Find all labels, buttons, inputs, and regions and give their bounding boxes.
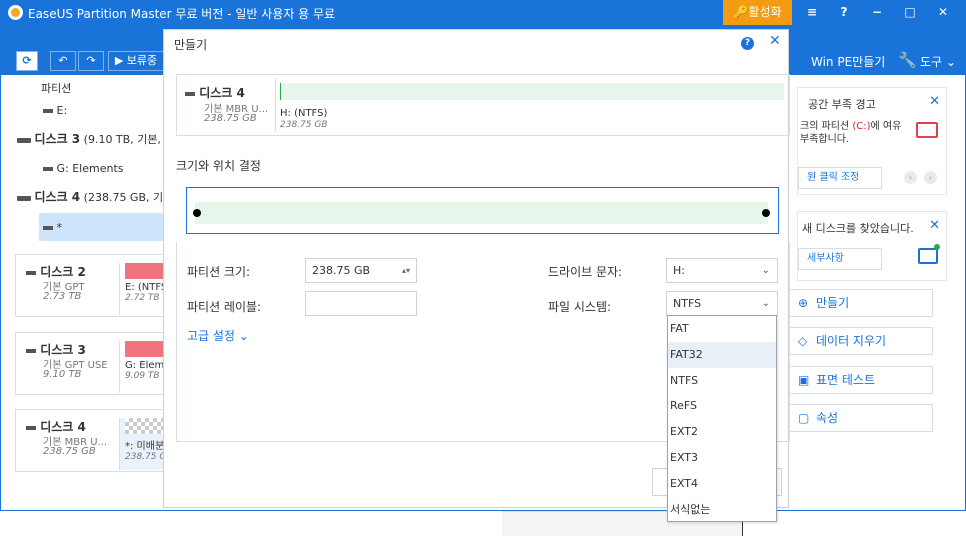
disk-icon [26,270,36,275]
left-resize-handle[interactable] [193,209,201,217]
disk-card-2[interactable]: 디스크 2 기본 GPT 2.73 TB E: (NTFS) 2.72 TB [15,254,171,317]
close-icon[interactable]: ✕ [929,94,940,109]
winpe-button[interactable]: Win PE만들기 [811,53,885,70]
wipe-data-action-button[interactable]: ◇ 데이터 지우기 [789,327,933,355]
volume-icon [43,167,53,171]
minimize-icon[interactable]: − [862,0,892,25]
create-action-button[interactable]: ⊕ 만들기 [789,289,933,317]
partition-size-label: 파티션 크기: [187,265,251,279]
new-disk-icon [918,248,938,264]
partition-g[interactable]: G: Elemen 9.09 TB [119,341,177,393]
status-area [0,510,966,536]
menu-icon[interactable]: ≡ [797,0,827,25]
partition-range-bar [195,202,768,224]
tree-item-disk4[interactable]: 디스크 4 (238.75 GB, 기 [17,188,180,210]
filesystem-label: 파일 시스템: [548,300,612,314]
app-logo-icon [8,5,23,20]
prev-icon[interactable]: ‹ [904,171,917,184]
new-disk-dot-icon [934,244,940,250]
advanced-settings-link[interactable]: 고급 설정 ⌄ [187,327,249,344]
fs-option-fat[interactable]: FAT [668,316,776,342]
volume-icon [43,226,53,230]
title-bar: EaseUS Partition Master 무료 버전 - 일반 사용자 용… [0,0,966,25]
source-disk-card: 디스크 4 기본 MBR U... 238.75 GB H: (NTFS) 23… [176,74,790,136]
disk-tree-panel: 파티션 E: 디스크 3 (9.10 TB, 기본, G: Elements 디… [0,75,177,511]
next-icon[interactable]: › [924,171,937,184]
fs-option-ext3[interactable]: EXT3 [668,445,776,471]
maximize-icon[interactable]: □ [895,0,925,25]
partition-e[interactable]: E: (NTFS) 2.72 TB [119,263,171,315]
one-click-adjust-button[interactable]: 원 클릭 조정 [798,167,882,189]
spinner-icon[interactable]: ▴▾ [402,259,410,282]
chevron-down-icon: ⌄ [761,265,770,276]
help-icon[interactable]: ? [741,37,754,50]
low-space-notification: 공간 부족 경고 ✕ 크의 파티션 (C:)에 여유 부족합니다. 원 클릭 조… [797,87,947,195]
right-resize-handle[interactable] [762,209,770,217]
properties-icon: ▢ [798,411,810,425]
fs-option-fat32[interactable]: FAT32 [668,341,776,368]
close-icon[interactable]: ✕ [769,33,781,49]
partition-label-label: 파티션 레이블: [187,300,262,314]
disk-card-4[interactable]: 디스크 4 기본 MBR U... 238.75 GB *: 미배분 238.7… [15,409,173,472]
partition-unallocated[interactable]: *: 미배분 238.75 GB [119,418,173,470]
filesystem-select[interactable]: NTFS ⌄ [666,291,778,316]
tools-menu[interactable]: 도구 ⌄ [920,53,956,70]
fs-option-unformatted[interactable]: 서식없는 [668,497,776,523]
help-icon[interactable]: ? [829,0,859,25]
activate-button[interactable]: 🔑활성화 [723,0,792,25]
volume-icon [43,109,53,113]
fs-option-ext4[interactable]: EXT4 [668,471,776,497]
surface-test-icon: ▣ [798,373,810,387]
tree-item-disk3[interactable]: 디스크 3 (9.10 TB, 기본, [17,130,180,152]
disk-icon [185,91,195,96]
partition-label-input[interactable] [305,291,417,316]
drive-warning-icon [916,122,938,138]
drive-letter-label: 드라이브 문자: [548,265,623,279]
disk-icon [17,137,31,143]
pending-operations-button[interactable]: ▶ 보류중 [108,51,163,71]
filesystem-dropdown: FAT FAT32 NTFS ReFS EXT2 EXT3 EXT4 서식없는 [667,315,777,522]
wrench-icon: 🔧 [898,51,917,69]
fs-option-ext2[interactable]: EXT2 [668,419,776,445]
drive-letter-select[interactable]: H: ⌄ [666,258,778,283]
tree-item-unallocated[interactable]: * [39,213,165,241]
dialog-title: 만들기 [174,38,208,52]
chevron-down-icon: ⌄ [761,298,770,309]
close-icon[interactable]: ✕ [929,218,940,233]
refresh-button[interactable]: ⟳ [16,51,38,71]
fs-option-refs[interactable]: ReFS [668,393,776,419]
redo-button[interactable]: ↷ [78,51,104,71]
size-position-slider[interactable] [186,187,779,234]
disk-icon [26,425,36,430]
create-icon: ⊕ [798,296,809,310]
partition-bar [280,83,784,100]
disk-card-3[interactable]: 디스크 3 기본 GPT USE 9.10 TB G: Elemen 9.09 … [15,332,177,395]
fs-option-ntfs[interactable]: NTFS [668,368,776,394]
partition-size-input[interactable]: 238.75 GB ▴▾ [305,258,417,283]
right-panel: 공간 부족 경고 ✕ 크의 파티션 (C:)에 여유 부족합니다. 원 클릭 조… [789,75,966,511]
surface-test-action-button[interactable]: ▣ 표면 테스트 [789,366,933,394]
window-title: EaseUS Partition Master 무료 버전 - 일반 사용자 용… [28,7,336,21]
close-window-icon[interactable]: ✕ [928,0,958,25]
new-disk-notification: 새 디스크를 찾았습니다. ✕ 세부사항 [797,211,947,281]
disk-icon [17,195,31,201]
wipe-icon: ◇ [798,334,808,348]
disk-icon [26,348,36,353]
details-button[interactable]: 세부사항 [798,248,882,270]
new-partition: H: (NTFS) 238.75 GB [275,78,787,132]
section-title: 크기와 위치 결정 [176,159,261,173]
properties-action-button[interactable]: ▢ 속성 [789,404,933,432]
undo-button[interactable]: ↶ [50,51,76,71]
